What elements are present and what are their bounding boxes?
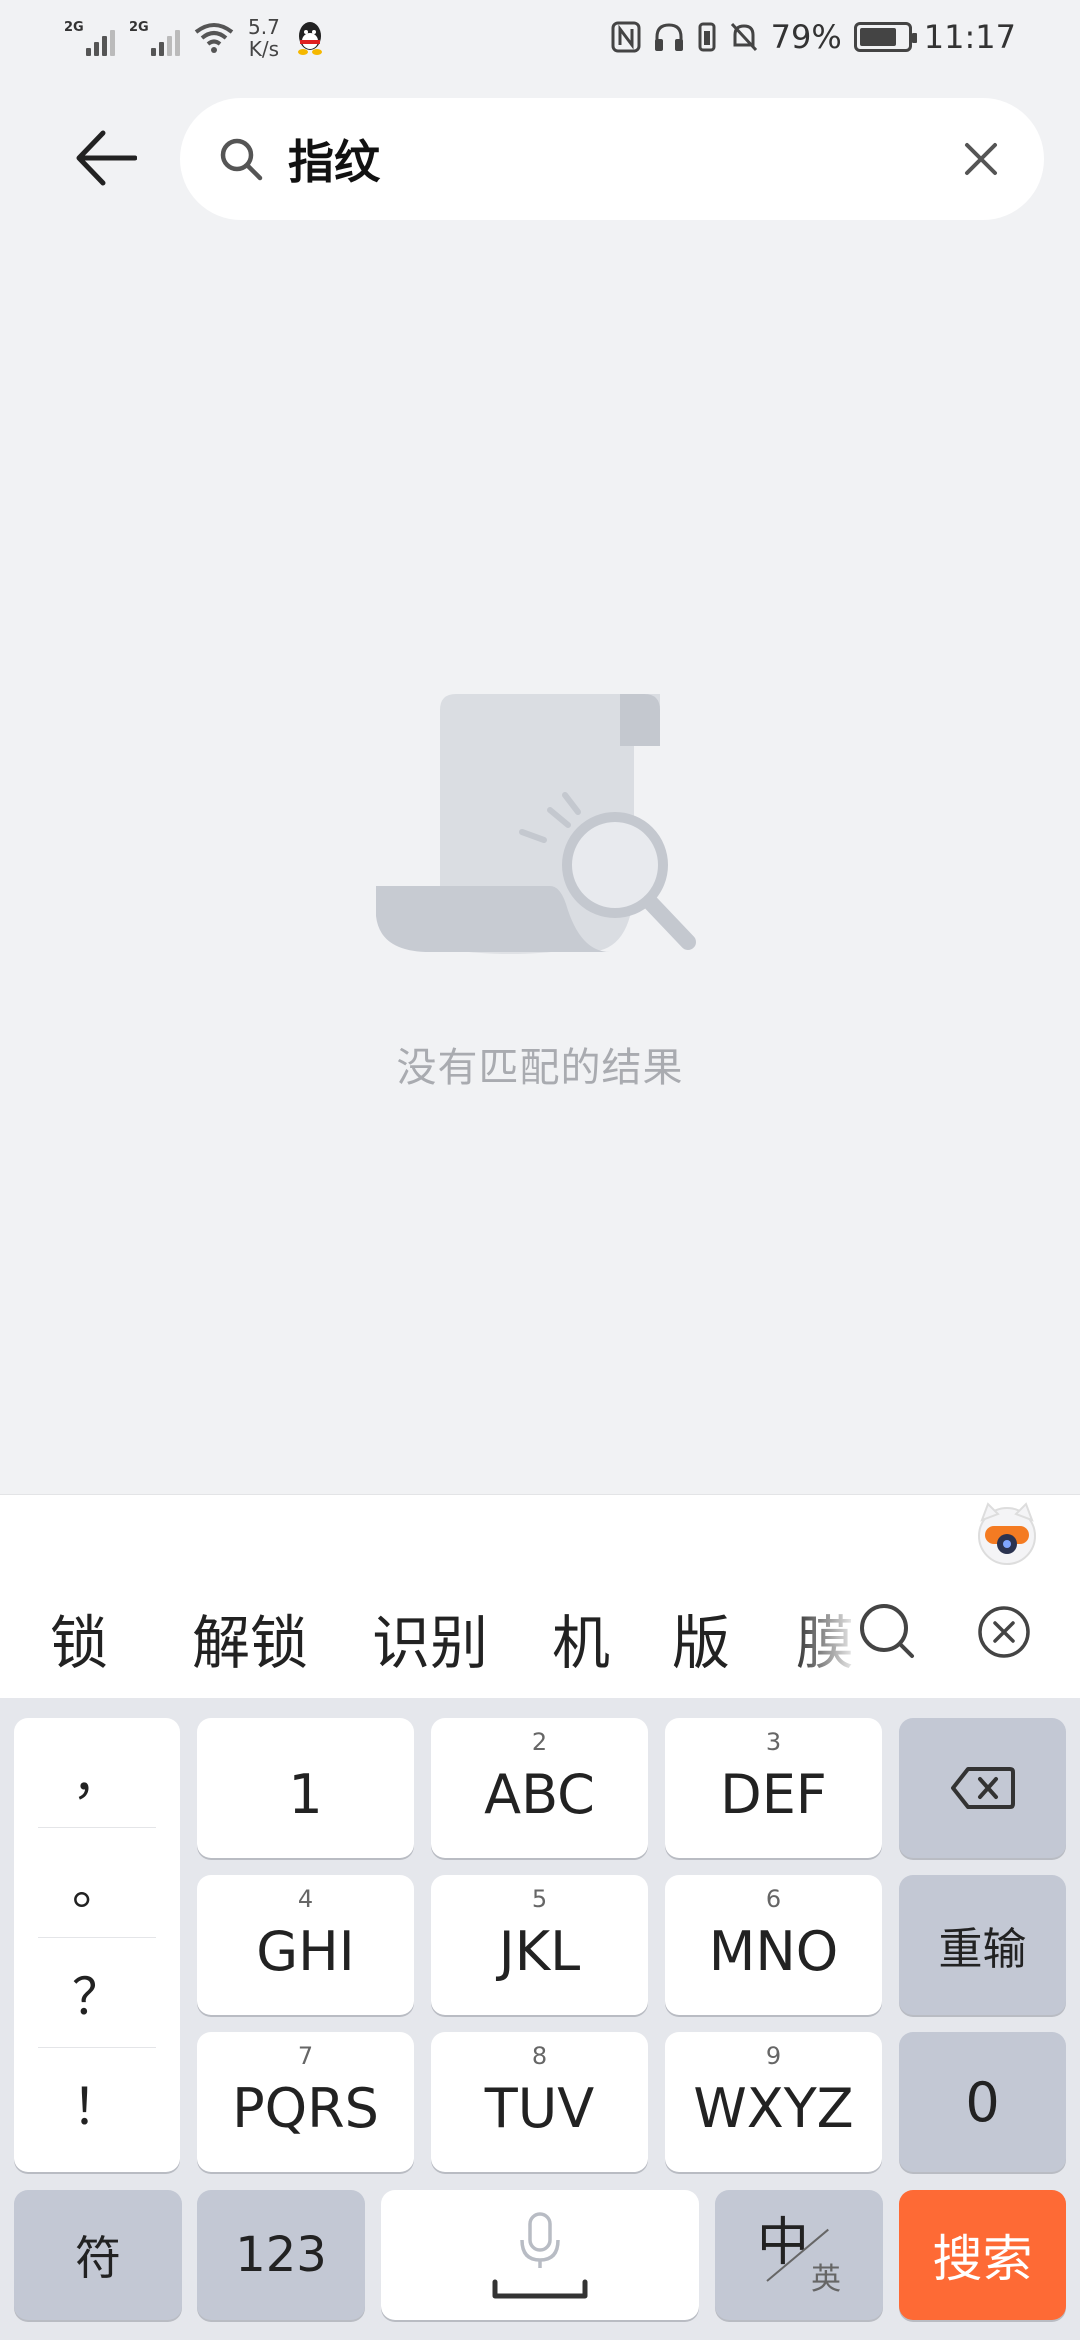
key-6[interactable]: 6 MNO [665,1875,882,2015]
candidate-item[interactable]: 识别 [372,1596,488,1680]
key-number: 4 [297,1885,314,1913]
empty-message: 没有匹配的结果 [396,1045,684,1091]
key-number: 3 [765,1728,782,1756]
key-7[interactable]: 7 PQRS [197,2032,414,2172]
key-number: 8 [531,2042,548,2070]
space-key[interactable] [381,2190,699,2320]
microphone-icon [492,2212,588,2299]
close-icon [965,143,997,175]
mute-bell-icon [730,22,757,52]
key-label: MNO [708,1919,839,1983]
status-right: 79% 11:17 [611,18,1016,56]
headphones-icon [654,23,683,51]
key-label: ABC [484,1762,595,1826]
reenter-key[interactable]: 重输 [899,1875,1066,2015]
key-5[interactable]: 5 JKL [431,1875,648,2015]
candidate-fade [790,1580,860,1690]
signal-gen-label: 2G [129,20,149,35]
status-left: 2G 2G 5.7 K/s [64,16,326,60]
lang-switch-key[interactable]: 中 英 [715,2190,883,2320]
key-label: JKL [498,1919,581,1983]
key-label: 0 [965,2070,1000,2134]
key-number: 5 [531,1885,548,1913]
backspace-key[interactable] [899,1718,1066,1858]
wifi-icon [194,23,234,53]
numeric-key[interactable]: 123 [197,2190,365,2320]
key-number: 6 [765,1885,782,1913]
key-3[interactable]: 3 DEF [665,1718,882,1858]
key-4[interactable]: 4 GHI [197,1875,414,2015]
punct-key[interactable]: 。 [38,1828,156,1938]
battery-icon [853,22,917,52]
search-key[interactable]: 搜索 [899,2190,1066,2320]
back-button[interactable] [62,118,150,198]
punct-key[interactable]: ， [38,1718,156,1828]
punctuation-column: ， 。 ？ ！ [14,1718,180,2172]
key-label: PQRS [232,2076,379,2140]
screen: 2G 2G 5.7 K/s 79% 11:17 指纹 没有匹配的结果 锁 解锁 … [0,0,1080,2340]
key-0[interactable]: 0 [899,2032,1066,2172]
candidate-item[interactable]: 版 [672,1596,730,1680]
key-number: 9 [765,2042,782,2070]
symbols-key[interactable]: 符 [14,2190,182,2320]
lang-zh-label: 中 [757,2213,810,2273]
signal-icon: 2G [64,20,115,56]
net-speed: 5.7 K/s [248,16,280,60]
ime-mascot-icon[interactable] [976,1500,1038,1566]
search-key-label: 搜索 [932,2230,1033,2288]
clear-button[interactable] [950,128,1012,190]
punct-key[interactable]: ！ [38,2048,156,2158]
key-label: GHI [256,1919,355,1983]
key-8[interactable]: 8 TUV [431,2032,648,2172]
close-circle-icon[interactable] [976,1604,1032,1660]
punct-key[interactable]: ？ [38,1938,156,2048]
key-9[interactable]: 9 WXYZ [665,2032,882,2172]
key-label: DEF [720,1762,827,1826]
net-speed-unit: K/s [248,37,280,61]
signal-gen-label: 2G [64,20,84,35]
clock: 11:17 [923,18,1016,56]
vibrate-icon [698,22,716,52]
key-label: WXYZ [693,2076,854,2140]
key-2[interactable]: 2 ABC [431,1718,648,1858]
numeric-label: 123 [235,2227,327,2283]
status-bar: 2G 2G 5.7 K/s 79% 11:17 [0,0,1080,80]
candidate-item[interactable]: 解锁 [192,1596,308,1680]
key-label: TUV [484,2076,595,2140]
key-1[interactable]: 1 [197,1718,414,1858]
key-number: 7 [297,2042,314,2070]
symbols-label: 符 [75,2231,121,2285]
arrow-left-icon [76,130,137,186]
lang-en-label: 英 [811,2262,841,2297]
search-input[interactable] [288,118,928,200]
key-label: 1 [288,1762,323,1826]
search-icon[interactable] [856,1600,918,1662]
candidate-item[interactable]: 锁 [50,1596,108,1680]
reenter-label: 重输 [938,1924,1027,1975]
candidate-item[interactable]: 机 [552,1596,610,1680]
document-search-icon [376,694,696,954]
signal-icon: 2G [129,20,180,56]
net-speed-value: 5.7 [248,15,280,39]
qq-icon [297,22,322,55]
key-number: 2 [531,1728,548,1756]
nfc-icon [611,21,641,53]
backspace-icon [950,1767,1015,1809]
keyboard: ， 。 ？ ！ 1 2 ABC 3 DEF 4 GHI 5 JKL 6 MNO … [0,1698,1080,2340]
search-bar[interactable] [180,98,1044,220]
search-icon [220,138,263,181]
battery-fill [859,28,897,46]
candidate-list: 锁 解锁 识别 机 版 膜 [0,1588,860,1684]
battery-percent: 79% [770,18,842,56]
